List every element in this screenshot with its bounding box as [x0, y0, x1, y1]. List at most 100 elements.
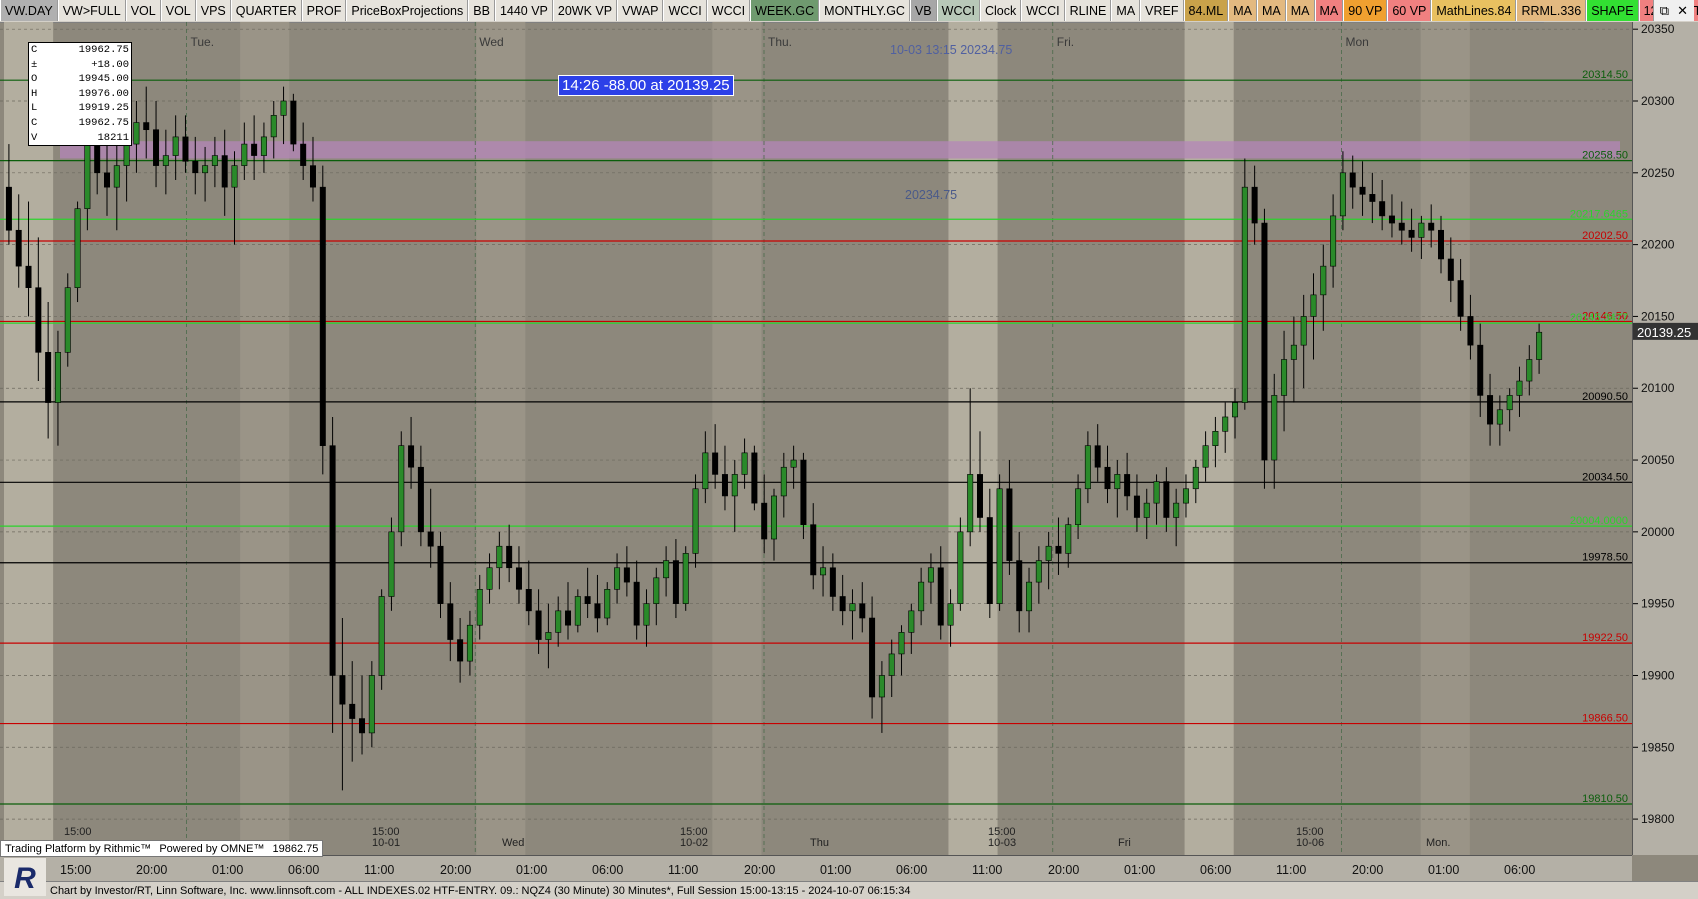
price-tick-label: 19800: [1641, 812, 1675, 826]
indicator-button-1440-vp[interactable]: 1440 VP: [494, 0, 553, 21]
candle-body: [1241, 186, 1248, 403]
indicator-button-monthly-gc[interactable]: MONTHLY.GC: [819, 0, 910, 21]
candle-body: [731, 474, 738, 497]
time-tick-label: 01:00: [820, 863, 851, 877]
price-chart[interactable]: Tue. Wed Thu. Fri. Mon 20314.50 20258.50 20217.…: [0, 22, 1698, 855]
indicator-button-vref[interactable]: VREF: [1140, 0, 1184, 21]
candle-body: [1388, 215, 1395, 224]
indicator-button-ma[interactable]: MA: [1228, 0, 1257, 21]
candle: [1300, 294, 1307, 389]
candle: [574, 589, 581, 633]
candle-body: [1173, 502, 1180, 518]
candle: [1016, 531, 1023, 633]
indicator-button-20wk-vp[interactable]: 20WK VP: [552, 0, 618, 21]
time-axis[interactable]: 15:00 20:00 01:00 06:00 11:00 20:00 01:00 06:00…: [0, 855, 1632, 882]
candle-body: [1379, 201, 1386, 217]
indicator-button-90-vp[interactable]: 90 VP: [1343, 0, 1388, 21]
candle-body: [1349, 172, 1356, 188]
level-label: 20034.50: [1582, 471, 1628, 483]
candle-body: [221, 155, 228, 188]
ohlc-value: +18.00: [91, 58, 129, 71]
candle: [1035, 546, 1042, 604]
restore-window-icon[interactable]: ⧉: [1660, 3, 1669, 19]
price-tick-label: 20300: [1641, 94, 1675, 108]
indicator-button-vps[interactable]: VPS: [195, 0, 231, 21]
ohlc-row: V 18211: [31, 131, 129, 146]
candle-body: [1418, 222, 1425, 238]
candle-body: [1447, 258, 1454, 281]
annotation-label: 20234.75: [905, 188, 957, 202]
rithmic-credit[interactable]: Trading Platform by Rithmic™: [1, 841, 155, 856]
candle-body: [408, 445, 415, 468]
indicator-button-mathlines-84[interactable]: MathLines.84: [1431, 0, 1517, 21]
indicator-button-ma[interactable]: MA: [1314, 0, 1344, 21]
ohlc-row: C 19962.75: [31, 43, 129, 58]
window-controls: ⧉ ✕: [1652, 0, 1694, 21]
candle-body: [496, 545, 503, 569]
indicator-button-vwap[interactable]: VWAP: [617, 0, 664, 21]
indicator-button-clock[interactable]: Clock: [979, 0, 1022, 21]
indicator-button-quarter[interactable]: QUARTER: [230, 0, 302, 21]
candle-body: [1477, 344, 1484, 396]
indicator-button-vol[interactable]: VOL: [160, 0, 196, 21]
indicator-button-ma[interactable]: MA: [1257, 0, 1286, 21]
close-window-icon[interactable]: ✕: [1677, 3, 1688, 19]
time-tick-label: 20:00: [136, 863, 167, 877]
indicator-button-wcci[interactable]: WCCI: [706, 0, 751, 21]
candlestick-chart[interactable]: Tue. Wed Thu. Fri. Mon 20314.50 20258.50 20217.…: [0, 22, 1698, 855]
price-tick-label: 20000: [1641, 525, 1675, 539]
indicator-button-ma[interactable]: MA: [1111, 0, 1141, 21]
ohlc-key: C: [31, 116, 38, 129]
candle: [565, 582, 572, 640]
candle-body: [319, 186, 326, 446]
candle-body: [339, 675, 346, 705]
indicator-button-priceboxprojections[interactable]: PriceBoxProjections: [346, 0, 469, 21]
indicator-button-ma[interactable]: MA: [1285, 0, 1315, 21]
candle-body: [143, 122, 150, 131]
indicator-button-bb[interactable]: BB: [468, 0, 495, 21]
candle-body: [525, 589, 532, 612]
candle-body: [820, 567, 827, 576]
time-tick-label: 06:00: [1504, 863, 1535, 877]
candle: [1320, 244, 1327, 331]
candle-body: [153, 129, 160, 166]
candle-body: [1202, 445, 1209, 468]
candle-body: [113, 165, 120, 188]
candle-body: [682, 553, 689, 604]
indicator-button-rrml-336[interactable]: RRML.336: [1516, 0, 1587, 21]
indicator-button-week-gc[interactable]: WEEK.GC: [750, 0, 820, 21]
indicator-button-vol[interactable]: VOL: [125, 0, 161, 21]
candle: [1359, 161, 1366, 216]
candle: [153, 100, 160, 188]
indicator-button-rline[interactable]: RLINE: [1064, 0, 1112, 21]
indicator-button-shape[interactable]: SHAPE: [1586, 0, 1639, 21]
candle-body: [849, 603, 856, 612]
candle: [643, 589, 650, 647]
indicator-button-wcci[interactable]: WCCI: [1021, 0, 1065, 21]
indicator-button-wcci[interactable]: WCCI: [663, 0, 707, 21]
candle-body: [1398, 222, 1405, 231]
indicator-button-vw-full[interactable]: VW>FULL: [57, 0, 126, 21]
candle-body: [545, 632, 552, 640]
indicator-button-vw-day[interactable]: VW.DAY: [0, 0, 58, 21]
candle-body: [810, 524, 817, 576]
candle: [1241, 158, 1248, 410]
candle: [1339, 151, 1346, 231]
price-axis[interactable]: 20350 20300 20250 20200 20150 20100 20050 20000…: [1632, 22, 1698, 855]
indicator-button-84-ml[interactable]: 84.ML: [1183, 0, 1229, 21]
indicator-button-vb[interactable]: VB: [909, 0, 937, 21]
indicator-button-wcci[interactable]: WCCI: [936, 0, 980, 21]
candle-body: [1232, 402, 1239, 418]
session-date-label: 10-03: [988, 837, 1016, 849]
indicator-button-60-vp[interactable]: 60 VP: [1387, 0, 1432, 21]
candle-body: [1487, 395, 1494, 425]
day-label: Fri.: [1057, 35, 1074, 49]
candle: [447, 582, 454, 662]
candle: [133, 100, 140, 173]
indicator-button-prof[interactable]: PROF: [301, 0, 347, 21]
time-tick-label: 06:00: [896, 863, 927, 877]
candle-body: [437, 545, 444, 604]
candle: [64, 273, 71, 367]
omne-credit[interactable]: Powered by OMNE™: [155, 841, 268, 856]
candle-body: [45, 352, 52, 403]
